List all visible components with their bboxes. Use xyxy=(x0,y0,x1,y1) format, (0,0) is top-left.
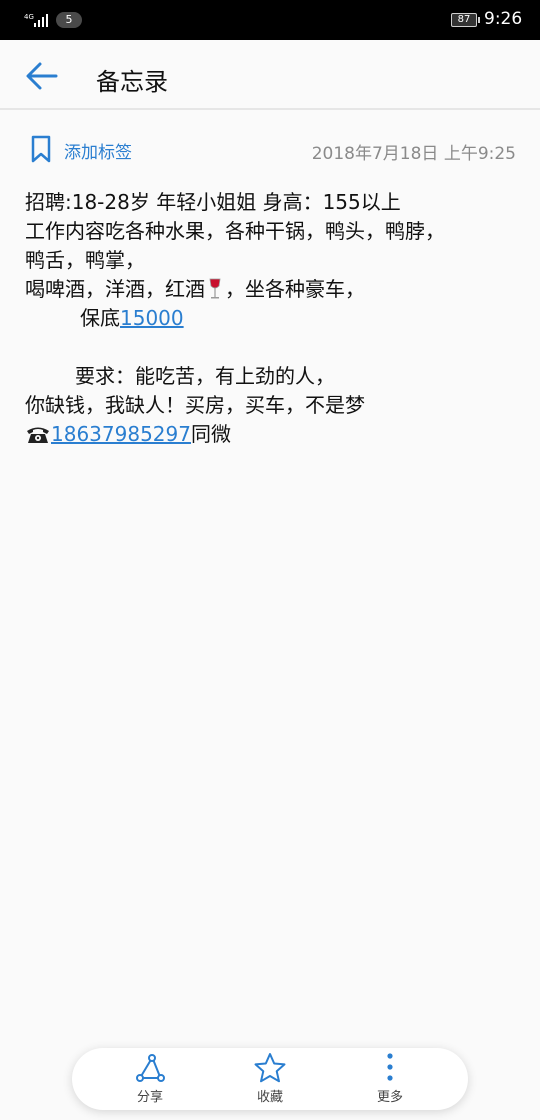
number-link[interactable]: 15000 xyxy=(120,306,184,330)
share-label: 分享 xyxy=(136,1090,163,1105)
more-button[interactable]: 更多 xyxy=(350,1052,430,1106)
status-bar: 4G 5 87 9:26 xyxy=(0,0,540,40)
note-line: 保底15000 xyxy=(25,304,525,333)
more-vertical-icon xyxy=(387,1053,393,1081)
star-icon xyxy=(254,1053,286,1083)
back-button[interactable] xyxy=(22,58,62,94)
note-line: 你缺钱，我缺人！买房，买车，不是梦 xyxy=(25,393,365,417)
favorite-button[interactable]: 收藏 xyxy=(230,1052,310,1106)
note-text: ，坐各种豪车， xyxy=(225,277,365,301)
note-timestamp: 2018年7月18日 上午9:25 xyxy=(311,144,516,164)
note-text: 保底 xyxy=(80,306,120,330)
note-line: 18637985297同微 xyxy=(25,420,525,449)
share-icon xyxy=(136,1054,165,1082)
telephone-icon xyxy=(27,427,49,443)
battery-icon: 87 xyxy=(451,13,480,27)
note-line: 工作内容吃各种水果，各种干锅，鸭头，鸭脖， xyxy=(25,219,445,243)
note-line: 喝啤酒，洋酒，红酒 ，坐各种豪车， xyxy=(25,275,525,304)
note-line: 招聘:18-28岁 年轻小姐姐 身高：155以上 xyxy=(25,190,401,214)
svg-text:4G: 4G xyxy=(24,13,34,21)
note-line: 鸭舌，鸭掌， xyxy=(25,248,145,272)
clock: 9:26 xyxy=(484,9,523,29)
note-line: 要求：能吃苦，有上劲的人， xyxy=(75,364,335,388)
favorite-label: 收藏 xyxy=(256,1090,283,1105)
page-title: 备忘录 xyxy=(96,68,168,96)
arrow-left-icon xyxy=(26,62,58,90)
app-header: 备忘录 xyxy=(0,40,540,110)
phone-link[interactable]: 18637985297 xyxy=(51,422,191,446)
note-text: 同微 xyxy=(190,422,231,446)
bottom-toolbar: 分享 收藏 更多 xyxy=(72,1048,468,1110)
wine-glass-icon xyxy=(209,278,221,299)
note-text: 喝啤酒，洋酒，红酒 xyxy=(25,277,205,301)
signal-icon: 4G xyxy=(24,13,48,27)
add-tag-button[interactable]: 添加标签 xyxy=(64,138,132,163)
share-button[interactable]: 分享 xyxy=(110,1052,190,1106)
bookmark-icon[interactable] xyxy=(30,134,52,164)
sim-indicator: 5 xyxy=(56,12,82,28)
more-label: 更多 xyxy=(376,1090,403,1105)
note-content[interactable]: 招聘:18-28岁 年轻小姐姐 身高：155以上 工作内容吃各种水果，各种干锅，… xyxy=(25,188,525,449)
